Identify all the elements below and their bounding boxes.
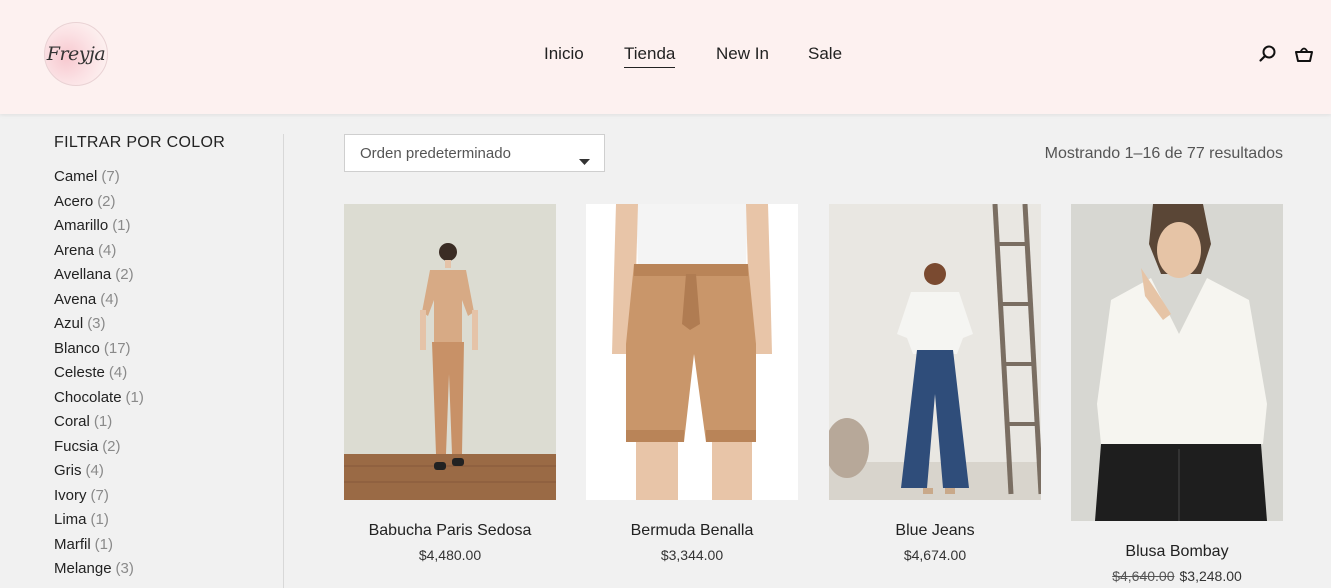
product-price: $4,674.00 (829, 547, 1041, 563)
product-old-price: $4,640.00 (1112, 568, 1175, 584)
color-count: (3) (115, 560, 134, 577)
color-count: (17) (103, 339, 131, 357)
product-current-price: $4,480.00 (418, 547, 482, 563)
product-image[interactable] (586, 204, 798, 500)
color-name[interactable]: Acero (54, 193, 93, 210)
color-name[interactable]: Avena (54, 291, 96, 308)
color-count: (2) (97, 192, 116, 210)
product-name[interactable]: Babucha Paris Sedosa (344, 522, 556, 540)
nav-tienda[interactable]: Tienda (624, 44, 676, 68)
product-image[interactable] (344, 204, 556, 500)
product-image[interactable] (1071, 204, 1283, 521)
chevron-down-icon (579, 152, 590, 169)
color-name[interactable]: Gris (54, 462, 82, 479)
color-count: (4) (100, 290, 119, 308)
product-current-price: $3,344.00 (660, 547, 724, 563)
color-count: (4) (98, 241, 117, 259)
product-name[interactable]: Bermuda Benalla (586, 522, 798, 540)
color-filter-item[interactable]: Coral (1) (54, 410, 274, 435)
color-filter-item[interactable]: Avellana (2) (54, 263, 274, 288)
color-name[interactable]: Amarillo (54, 217, 108, 234)
result-count: Mostrando 1–16 de 77 resultados (1044, 145, 1283, 162)
color-name[interactable]: Melange (54, 560, 112, 577)
color-name[interactable]: Chocolate (54, 389, 122, 406)
filter-title: FILTRAR POR COLOR (54, 134, 226, 151)
color-name[interactable]: Blanco (54, 340, 100, 357)
color-count: (7) (90, 486, 109, 504)
color-name[interactable]: Arena (54, 242, 94, 259)
color-name[interactable]: Coral (54, 413, 90, 430)
product-current-price: $3,248.00 (1179, 568, 1242, 584)
color-count: (4) (85, 462, 104, 479)
color-name[interactable]: Ivory (54, 487, 87, 504)
search-icon[interactable] (1258, 44, 1278, 64)
site-header: Freyja Inicio Tienda New In Sale (0, 0, 1331, 114)
basket-icon[interactable] (1294, 44, 1314, 64)
color-filter-item[interactable]: Lima (1) (54, 508, 274, 533)
color-count: (4) (108, 364, 128, 381)
color-count: (1) (90, 511, 109, 528)
product-price: $4,480.00 (344, 547, 556, 563)
color-filter-item[interactable]: Fucsia (2) (54, 435, 274, 460)
product-name[interactable]: Blue Jeans (829, 522, 1041, 540)
nav-sale[interactable]: Sale (808, 44, 842, 64)
color-filter-item[interactable]: Chocolate (1) (54, 386, 274, 411)
color-filter-item[interactable]: Melange (3) (54, 557, 274, 582)
product-price: $4,640.00 $3,248.00 (1071, 568, 1283, 584)
color-count: (1) (125, 388, 144, 406)
color-count: (2) (102, 437, 121, 455)
color-filter-widget: FILTRAR POR COLOR Camel (7) Acero (2) Amaril… (54, 134, 274, 582)
color-filter-list: Camel (7) Acero (2) Amarillo (1) Arena (4) Avell… (54, 165, 274, 582)
product-card[interactable]: Bermuda Benalla $3,344.00 (586, 204, 798, 563)
color-filter-item[interactable]: Avena (4) (54, 288, 274, 313)
nav-inicio[interactable]: Inicio (544, 44, 584, 64)
color-filter-item[interactable]: Camel (7) (54, 165, 274, 190)
nav-new-in[interactable]: New In (716, 44, 769, 64)
color-name[interactable]: Celeste (54, 364, 105, 381)
color-filter-item[interactable]: Arena (4) (54, 239, 274, 264)
color-filter-item[interactable]: Ivory (7) (54, 484, 274, 509)
product-current-price: $4,674.00 (903, 547, 967, 563)
main-nav: Inicio Tienda New In Sale (0, 44, 1331, 68)
color-filter-item[interactable]: Acero (2) (54, 190, 274, 215)
color-filter-item[interactable]: Amarillo (1) (54, 214, 274, 239)
color-name[interactable]: Marfil (54, 536, 91, 553)
color-name[interactable]: Camel (54, 168, 97, 185)
sort-dropdown[interactable]: Orden predeterminado (344, 134, 605, 172)
color-count: (1) (112, 217, 131, 234)
product-card[interactable]: Babucha Paris Sedosa $4,480.00 (344, 204, 556, 563)
product-card[interactable]: Blusa Bombay $4,640.00 $3,248.00 (1071, 204, 1283, 584)
color-filter-item[interactable]: Celeste (4) (54, 361, 274, 386)
sidebar-divider (283, 134, 284, 588)
color-name[interactable]: Avellana (54, 266, 111, 283)
product-price: $3,344.00 (586, 547, 798, 563)
product-image[interactable] (829, 204, 1041, 500)
color-filter-item[interactable]: Azul (3) (54, 312, 274, 337)
color-name[interactable]: Lima (54, 511, 87, 528)
color-filter-item[interactable]: Marfil (1) (54, 533, 274, 558)
product-name[interactable]: Blusa Bombay (1071, 543, 1283, 561)
color-filter-item[interactable]: Blanco (17) (54, 337, 274, 362)
color-count: (2) (115, 266, 134, 283)
color-filter-item[interactable]: Gris (4) (54, 459, 274, 484)
color-name[interactable]: Fucsia (54, 438, 98, 455)
product-card[interactable]: Blue Jeans $4,674.00 (829, 204, 1041, 563)
color-count: (7) (101, 168, 120, 185)
color-count: (1) (93, 413, 113, 430)
color-name[interactable]: Azul (54, 315, 83, 332)
sort-value: Orden predeterminado (360, 145, 511, 162)
color-count: (1) (94, 535, 114, 553)
color-count: (3) (87, 315, 106, 332)
